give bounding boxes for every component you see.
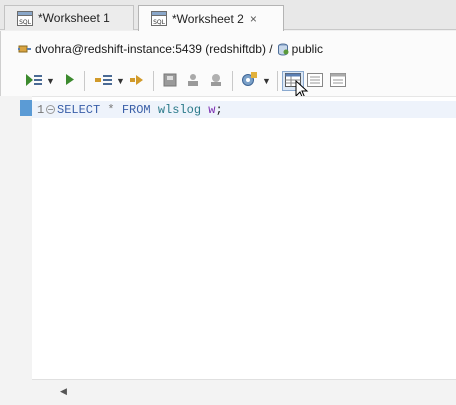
rollback-button[interactable]	[184, 72, 202, 90]
sql-terminator: ;	[215, 103, 223, 117]
chevron-down-icon[interactable]: ▼	[46, 76, 55, 86]
tab-label: *Worksheet 1	[38, 11, 110, 25]
sql-tuning-icon	[241, 72, 259, 90]
toolbar-separator	[153, 71, 154, 91]
close-icon[interactable]: ×	[250, 12, 257, 26]
sql-tuning-button[interactable]: ▼	[239, 72, 273, 90]
tab-label: *Worksheet 2	[172, 11, 244, 26]
chevron-down-icon[interactable]: ▼	[262, 76, 271, 86]
worksheet-toolbar: ▼ ▼ ▼	[0, 67, 456, 100]
rollback-icon	[186, 73, 200, 90]
connection-label[interactable]: dvohra@redshift-instance:5439 (redshiftd…	[35, 42, 273, 56]
sql-worksheet-icon: SQL	[17, 10, 33, 26]
sql-keyword: SELECT	[57, 103, 101, 117]
editor-gutter	[1, 96, 19, 386]
autotrace-button[interactable]	[129, 72, 145, 90]
tab-worksheet-2[interactable]: SQL *Worksheet 2 ×	[138, 5, 284, 31]
run-script-icon	[25, 73, 43, 90]
horizontal-scrollbar[interactable]: ◀	[32, 379, 456, 405]
worksheet-tab-bar: SQL *Worksheet 1 SQL *Worksheet 2 ×	[0, 0, 456, 31]
schema-icon	[277, 43, 289, 56]
connection-icon	[18, 43, 32, 55]
sql-worksheet-icon: SQL	[151, 11, 167, 26]
html-view-icon	[330, 72, 346, 90]
chevron-down-icon[interactable]: ▼	[116, 76, 125, 86]
toolbar-separator	[84, 71, 85, 91]
explain-plan-button[interactable]: ▼	[92, 72, 128, 90]
commit-icon	[163, 73, 177, 90]
fold-icon[interactable]: −	[46, 105, 55, 114]
line-number: 1	[37, 103, 45, 117]
text-view-icon	[307, 72, 323, 90]
toolbar-separator	[277, 71, 278, 91]
schema-label[interactable]: public	[292, 42, 323, 56]
sql-statement[interactable]: SELECT * FROM wlslog w;	[57, 103, 223, 117]
run-script-button[interactable]: ▼	[23, 72, 57, 90]
toolbar-separator	[232, 71, 233, 91]
connection-bar: dvohra@redshift-instance:5439 (redshiftd…	[0, 31, 456, 67]
sql-editor: 1 − SELECT * FROM wlslog w; ◀	[0, 96, 456, 405]
sql-keyword: FROM	[121, 103, 151, 117]
sql-text-area[interactable]: 1 − SELECT * FROM wlslog w;	[32, 96, 456, 379]
run-statement-icon	[65, 73, 75, 89]
cancel-icon	[209, 73, 223, 90]
autotrace-icon	[130, 74, 144, 89]
html-view-button[interactable]	[329, 72, 347, 90]
scroll-left-icon[interactable]: ◀	[60, 386, 67, 397]
commit-button[interactable]	[161, 72, 179, 90]
sql-table-name: wlslog	[157, 103, 202, 117]
run-statement-button[interactable]	[63, 72, 77, 90]
svg-text:SQL: SQL	[153, 19, 166, 26]
explain-plan-icon	[95, 73, 113, 90]
sql-operator: *	[107, 103, 115, 117]
tab-worksheet-1[interactable]: SQL *Worksheet 1	[4, 5, 134, 30]
cancel-button[interactable]	[207, 72, 225, 90]
svg-text:SQL: SQL	[19, 19, 32, 26]
current-line-marker	[20, 100, 32, 116]
